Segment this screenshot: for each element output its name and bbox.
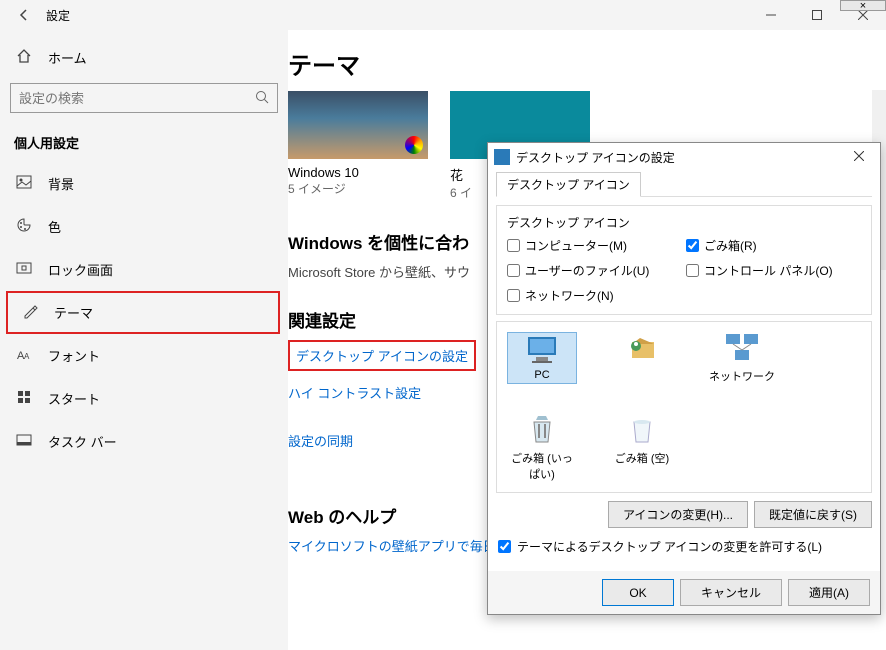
checkbox-row[interactable]: ネットワーク(N)	[507, 287, 682, 304]
titlebar: 設定	[0, 0, 886, 30]
checkbox[interactable]	[507, 239, 520, 252]
sidebar-item-label: フォント	[48, 346, 100, 365]
page-heading: テーマ	[288, 46, 876, 81]
checkbox-label: ごみ箱(R)	[704, 237, 757, 254]
theme-icon	[22, 303, 42, 322]
svg-text:A: A	[24, 352, 30, 361]
font-icon: AA	[16, 346, 36, 365]
icon-label: ごみ箱 (いっぱい)	[507, 450, 577, 482]
background-icon	[16, 174, 36, 193]
home-icon	[16, 48, 36, 67]
sidebar-item-label: タスク バー	[48, 432, 117, 451]
icon-item-user[interactable]	[607, 332, 677, 384]
search-icon	[255, 90, 269, 107]
ok-button[interactable]: OK	[602, 579, 674, 606]
sidebar-item-フォント[interactable]: AA フォント	[0, 334, 288, 377]
apply-button[interactable]: 適用(A)	[788, 579, 870, 606]
pc-icon	[522, 333, 562, 365]
sidebar-item-スタート[interactable]: スタート	[0, 377, 288, 420]
related-link[interactable]: デスクトップ アイコンの設定	[288, 340, 476, 371]
checkbox[interactable]	[507, 264, 520, 277]
allow-theme-label: テーマによるデスクトップ アイコンの変更を許可する(L)	[517, 538, 822, 555]
checkbox[interactable]	[686, 239, 699, 252]
sidebar-item-label: 背景	[48, 174, 74, 193]
bin-empty-icon	[622, 414, 662, 446]
tab-strip: デスクトップ アイコン	[496, 171, 872, 197]
colorwheel-icon	[405, 136, 423, 154]
sidebar: ホーム 個人用設定 背景色ロック画面テーマ AA フォントスタートタスク バー	[0, 30, 288, 650]
back-button[interactable]	[8, 0, 40, 30]
window-title: 設定	[40, 7, 748, 24]
dialog-titlebar[interactable]: デスクトップ アイコンの設定	[488, 143, 880, 171]
icon-item-network[interactable]: ネットワーク	[707, 332, 777, 384]
home-link[interactable]: ホーム	[0, 38, 288, 77]
icon-label: PC	[508, 369, 576, 381]
desktop-icon-group: デスクトップ アイコン コンピューター(M) ごみ箱(R) ユーザーのファイル(U)…	[496, 205, 872, 315]
network-icon	[722, 332, 762, 364]
checkbox-label: コンピューター(M)	[525, 237, 627, 254]
theme-card[interactable]: Windows 105 イメージ	[288, 91, 428, 201]
icon-label: ごみ箱 (空)	[607, 450, 677, 466]
desktop-icon-settings-dialog: デスクトップ アイコンの設定 デスクトップ アイコン デスクトップ アイコン コ…	[487, 142, 881, 615]
checkbox-row[interactable]: コントロール パネル(O)	[686, 262, 861, 279]
theme-thumb	[288, 91, 428, 159]
sidebar-item-label: ロック画面	[48, 260, 113, 279]
checkbox[interactable]	[507, 289, 520, 302]
checkbox-row[interactable]: コンピューター(M)	[507, 237, 682, 254]
search-box[interactable]	[10, 83, 278, 113]
icon-item-bin-full[interactable]: ごみ箱 (いっぱい)	[507, 414, 577, 482]
user-icon	[622, 332, 662, 364]
sidebar-item-label: テーマ	[54, 303, 93, 322]
checkbox-label: コントロール パネル(O)	[704, 262, 833, 279]
sidebar-item-背景[interactable]: 背景	[0, 162, 288, 205]
checkbox-label: ネットワーク(N)	[525, 287, 614, 304]
dialog-close-button[interactable]	[844, 150, 874, 164]
icon-preview-box: PC ネットワークごみ箱 (いっぱい) ごみ箱 (空)	[496, 321, 872, 493]
theme-name: Windows 10	[288, 165, 428, 180]
restore-defaults-button[interactable]: 既定値に戻す(S)	[754, 501, 872, 528]
group-legend: デスクトップ アイコン	[507, 214, 861, 231]
sidebar-item-label: スタート	[48, 389, 100, 408]
change-icon-button[interactable]: アイコンの変更(H)...	[608, 501, 748, 528]
home-label: ホーム	[48, 48, 87, 67]
color-icon	[16, 217, 36, 236]
sidebar-item-label: 色	[48, 217, 61, 236]
orange-close-button[interactable]: ×	[840, 0, 886, 11]
search-input[interactable]	[19, 91, 255, 106]
checkbox-row[interactable]: ごみ箱(R)	[686, 237, 861, 254]
sidebar-item-タスク バー[interactable]: タスク バー	[0, 420, 288, 463]
dialog-title: デスクトップ アイコンの設定	[516, 149, 844, 166]
taskbar-icon	[16, 432, 36, 451]
sidebar-item-テーマ[interactable]: テーマ	[6, 291, 280, 334]
theme-count: 5 イメージ	[288, 180, 428, 197]
sidebar-item-ロック画面[interactable]: ロック画面	[0, 248, 288, 291]
checkbox[interactable]	[686, 264, 699, 277]
section-label: 個人用設定	[0, 127, 288, 162]
tab-desktop-icons[interactable]: デスクトップ アイコン	[496, 172, 641, 197]
lock-icon	[16, 260, 36, 279]
dialog-icon	[494, 149, 510, 165]
maximize-button[interactable]	[794, 0, 840, 30]
checkbox-row[interactable]: ユーザーのファイル(U)	[507, 262, 682, 279]
bin-full-icon	[522, 414, 562, 446]
cancel-button[interactable]: キャンセル	[680, 579, 782, 606]
icon-item-bin-empty[interactable]: ごみ箱 (空)	[607, 414, 677, 482]
icon-label: ネットワーク	[707, 368, 777, 384]
checkbox-label: ユーザーのファイル(U)	[525, 262, 649, 279]
minimize-button[interactable]	[748, 0, 794, 30]
start-icon	[16, 389, 36, 408]
sidebar-item-色[interactable]: 色	[0, 205, 288, 248]
allow-theme-checkbox[interactable]	[498, 540, 511, 553]
icon-item-pc[interactable]: PC	[507, 332, 577, 384]
